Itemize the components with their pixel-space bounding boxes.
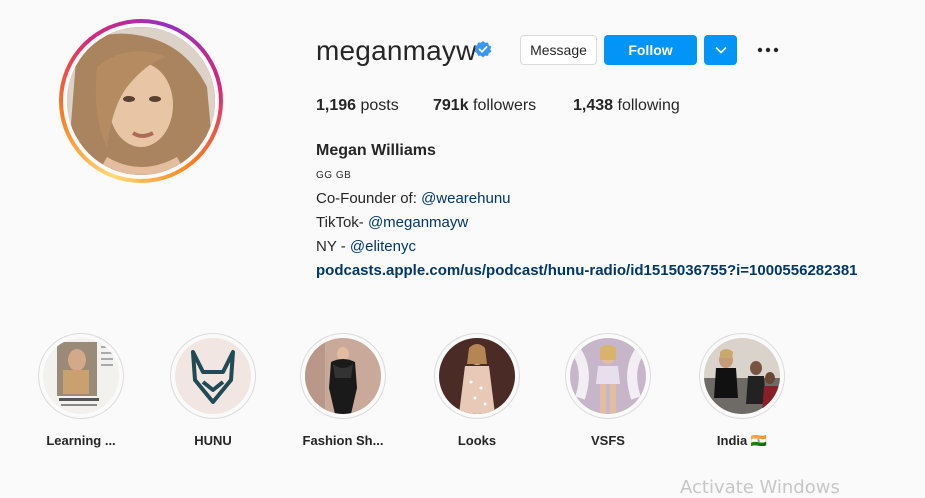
- more-options-icon[interactable]: [756, 41, 780, 59]
- highlight-learning[interactable]: Learning ...: [21, 333, 141, 448]
- message-button[interactable]: Message: [520, 35, 597, 65]
- highlight-cover-ring: [300, 333, 386, 419]
- highlight-cover-ring: [434, 333, 520, 419]
- highlight-fashion-shows[interactable]: Fashion Sh...: [283, 333, 403, 448]
- highlight-cover: [570, 338, 646, 414]
- mention-link[interactable]: @wearehunu: [421, 190, 510, 207]
- profile-username: meganmayw: [316, 35, 477, 66]
- highlight-cover-ring: [565, 333, 651, 419]
- mention-link[interactable]: @elitenyc: [350, 238, 416, 255]
- mention-link[interactable]: @meganmayw: [368, 214, 468, 231]
- highlight-label: HUNU: [194, 433, 232, 448]
- avatar-border: [63, 23, 219, 179]
- highlight-label: Looks: [457, 433, 497, 448]
- highlight-cover: [439, 338, 515, 414]
- highlight-looks[interactable]: Looks: [417, 333, 537, 448]
- highlight-vsfs[interactable]: VSFS: [548, 333, 668, 448]
- profile-full-name: Megan Williams: [316, 142, 436, 159]
- highlight-label: VSFS: [591, 433, 625, 448]
- bio-flags: GG GB: [316, 170, 352, 181]
- activate-windows-watermark: Activate Windows: [680, 477, 840, 498]
- posts-count: 1,196 posts: [316, 97, 399, 114]
- chevron-down-icon: [714, 46, 727, 54]
- highlight-cover-ring: [38, 333, 124, 419]
- highlight-cover: [305, 338, 381, 414]
- bio-line-cofounder: Co-Founder of: @wearehunu: [316, 190, 511, 207]
- followers-link[interactable]: 791k followers: [433, 97, 536, 115]
- suggested-dropdown-button[interactable]: [704, 35, 737, 65]
- highlight-cover-ring: [170, 333, 256, 419]
- following-link[interactable]: 1,438 following: [573, 97, 680, 115]
- highlight-cover-ring: [699, 333, 785, 419]
- avatar-photo: [67, 27, 215, 175]
- highlight-india[interactable]: India 🇮🇳: [682, 333, 802, 449]
- highlight-label: Learning ...: [46, 433, 116, 448]
- highlight-label: Fashion Sh...: [302, 433, 384, 448]
- bio-external-link[interactable]: podcasts.apple.com/us/podcast/hunu-radio…: [316, 262, 858, 279]
- follow-button[interactable]: Follow: [604, 35, 697, 65]
- highlight-cover: [704, 338, 780, 414]
- highlight-cover: [175, 338, 251, 414]
- bio-line-tiktok: TikTok- @meganmayw: [316, 214, 469, 231]
- highlight-cover: [43, 338, 119, 414]
- verified-badge-icon: [474, 41, 492, 58]
- profile-avatar[interactable]: [59, 19, 223, 183]
- bio-line-agency: NY - @elitenyc: [316, 238, 416, 255]
- highlight-hunu[interactable]: HUNU: [153, 333, 273, 448]
- highlight-label: India 🇮🇳: [716, 433, 768, 448]
